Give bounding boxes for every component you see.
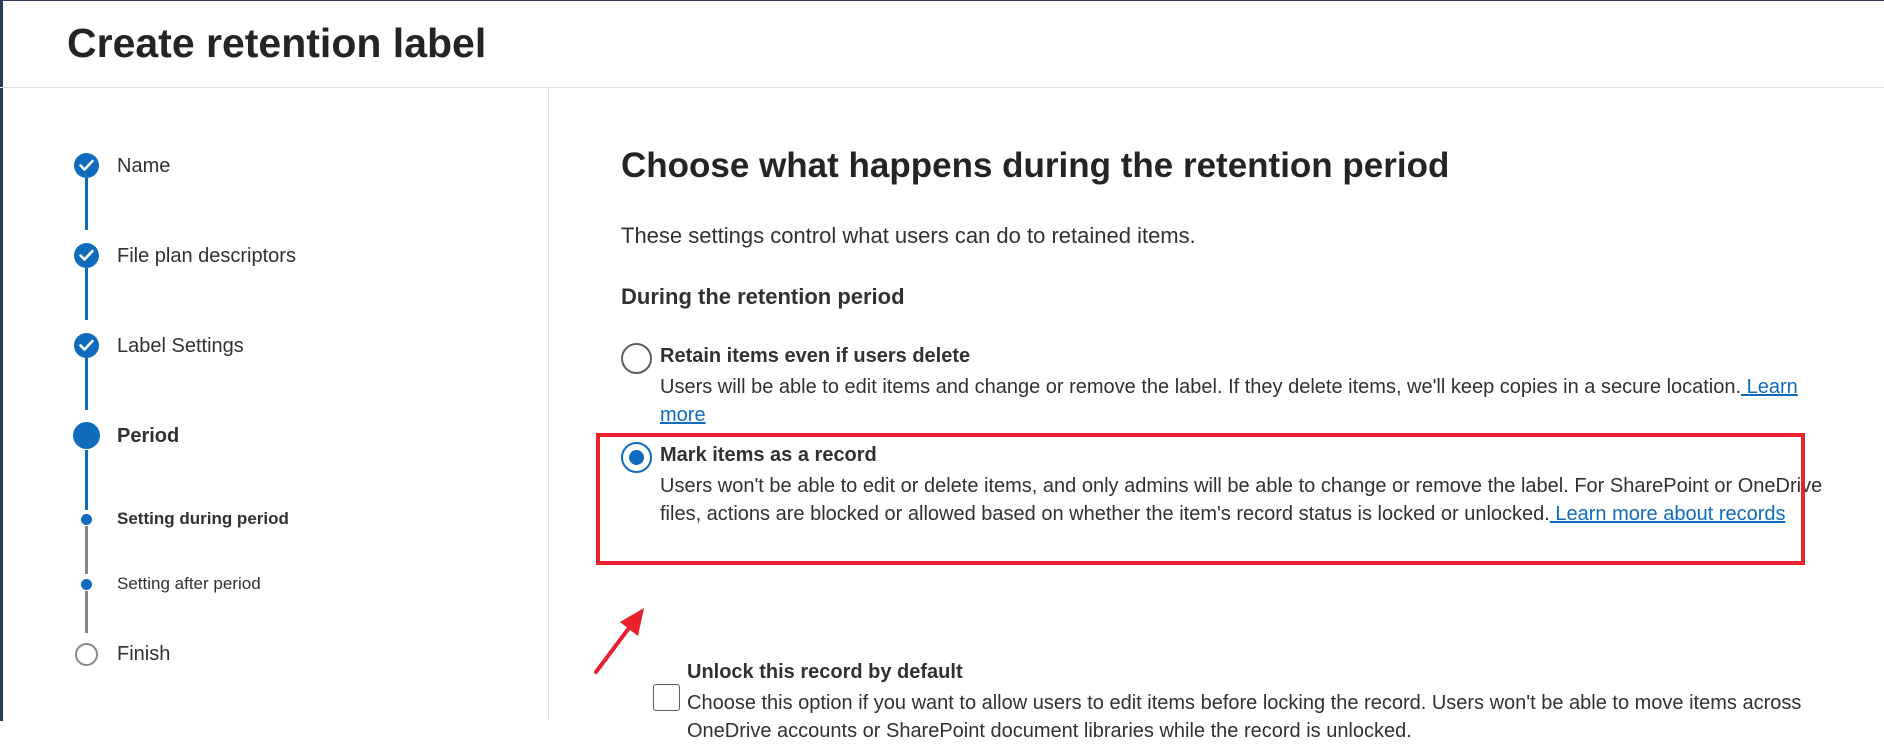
step-label: Period <box>117 425 180 447</box>
option-description: Choose this option if you want to allow … <box>687 692 1802 742</box>
retention-period-heading: During the retention period <box>621 284 905 309</box>
pane-divider <box>548 88 549 721</box>
step-label: Name <box>117 155 171 177</box>
check-icon <box>74 153 99 178</box>
substep-dot-icon <box>81 514 92 525</box>
step-connector <box>85 178 88 230</box>
check-icon <box>74 333 99 358</box>
step-connector <box>85 526 88 574</box>
substep-dot-icon <box>81 579 92 590</box>
step-label: Finish <box>117 643 171 665</box>
step-label: Setting after period <box>117 574 261 593</box>
unlock-record-checkbox[interactable] <box>653 684 680 711</box>
empty-step-circle-icon <box>75 643 98 666</box>
wizard-steps: Name File plan descriptors Label Setting… <box>0 88 548 721</box>
step-label: Setting during period <box>117 509 289 528</box>
red-arrow-icon <box>594 608 644 674</box>
page-header: Create retention label <box>0 0 1884 88</box>
step-connector <box>85 591 88 633</box>
step-connector <box>85 268 88 320</box>
step-connector <box>85 450 88 510</box>
option-title: Unlock this record by default <box>687 661 963 683</box>
retain-items-radio[interactable] <box>621 343 652 374</box>
option-description-text: Users will be able to edit items and cha… <box>660 376 1742 398</box>
option-title: Retain items even if users delete <box>660 345 971 367</box>
section-description: These settings control what users can do… <box>621 223 1196 248</box>
step-label: Label Settings <box>117 335 244 357</box>
check-icon <box>74 243 99 268</box>
option-description: Users will be able to edit items and cha… <box>660 373 1830 429</box>
step-connector <box>85 358 88 410</box>
section-title: Choose what happens during the retention… <box>621 146 1450 185</box>
step-label: File plan descriptors <box>117 245 296 267</box>
highlight-annotation-box <box>596 433 1805 565</box>
current-step-icon <box>73 422 100 449</box>
page-title: Create retention label <box>67 20 487 66</box>
